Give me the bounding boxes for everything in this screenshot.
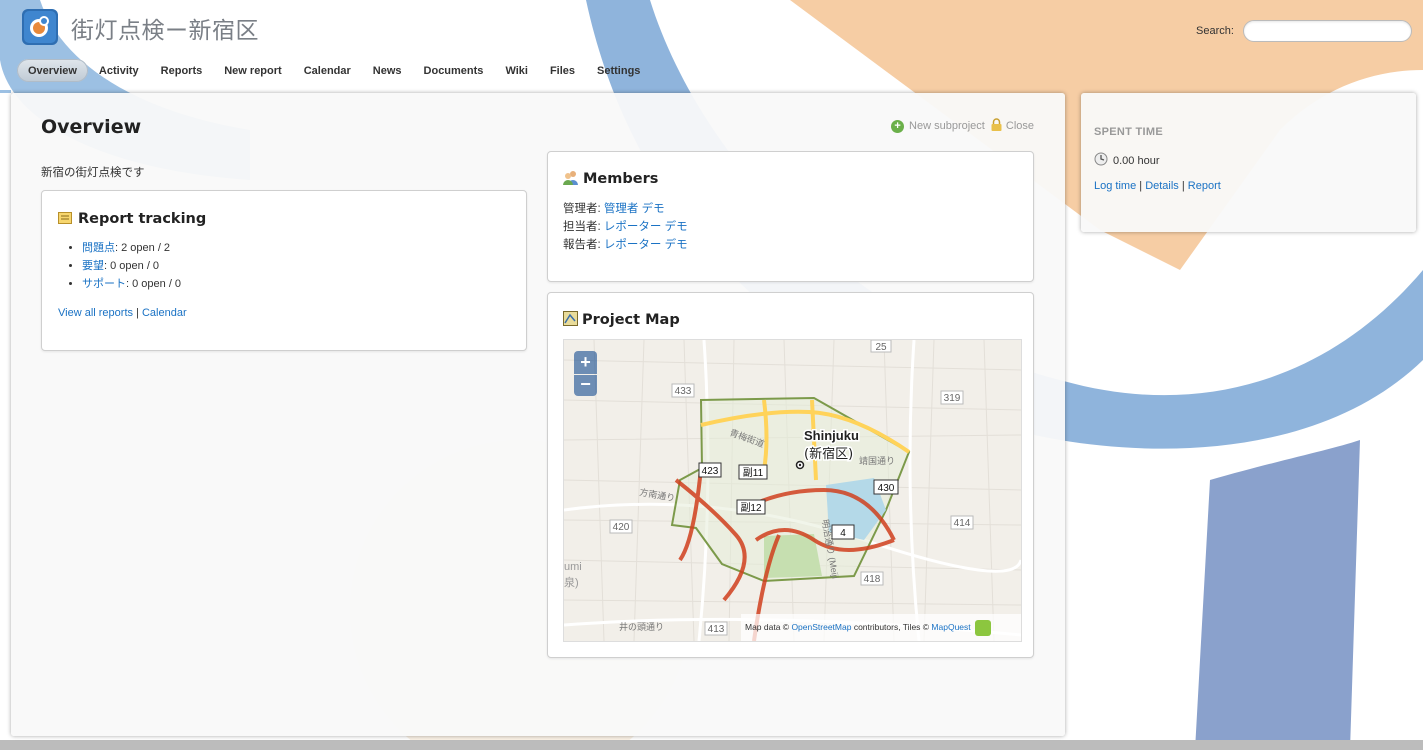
member-link[interactable]: レポーター デモ bbox=[604, 221, 688, 233]
report-tracking-title: Report tracking bbox=[78, 211, 207, 227]
report-type-link[interactable]: 問題点 bbox=[82, 242, 115, 254]
project-map-title: Project Map bbox=[582, 312, 680, 328]
member-row: 報告者: レポーター デモ bbox=[563, 236, 688, 254]
tab-calendar[interactable]: Calendar bbox=[293, 59, 362, 82]
road-label: 414 bbox=[954, 518, 971, 529]
report-type-link[interactable]: サポート bbox=[82, 278, 126, 290]
map-icon bbox=[563, 311, 578, 329]
road-label: umi bbox=[564, 561, 582, 573]
report-counts: : 2 open / 2 bbox=[115, 242, 171, 254]
mapquest-logo-icon bbox=[975, 619, 992, 636]
report-counts: : 0 open / 0 bbox=[126, 278, 182, 290]
calendar-link[interactable]: Calendar bbox=[142, 307, 187, 319]
road-label: 4 bbox=[840, 528, 846, 539]
tab-files[interactable]: Files bbox=[539, 59, 586, 82]
separator: | bbox=[1136, 180, 1146, 192]
road-label: 319 bbox=[944, 393, 961, 404]
member-link[interactable]: 管理者 デモ bbox=[604, 203, 665, 215]
member-row: 管理者: 管理者 デモ bbox=[563, 200, 688, 218]
project-title[interactable]: 街灯点検ー新宿区 bbox=[71, 11, 259, 45]
road-label: 副11 bbox=[743, 467, 764, 479]
report-icon bbox=[58, 211, 72, 227]
member-row: 担当者: レポーター デモ bbox=[563, 218, 688, 236]
road-label: 423 bbox=[702, 466, 719, 477]
member-role: 報告者: bbox=[563, 239, 604, 251]
project-description: 新宿の街灯点検です bbox=[41, 167, 145, 179]
members-box: Members 管理者: 管理者 デモ 担当者: レポーター デモ 報告者: レ… bbox=[547, 151, 1034, 282]
report-tracking-box: Report tracking 問題点: 2 open / 2 要望: 0 op… bbox=[41, 190, 527, 351]
map-attribution: Map data © OpenStreetMap contributors, T… bbox=[741, 614, 1021, 641]
member-role: 管理者: bbox=[563, 203, 604, 215]
spent-time-value: 0.00 hour bbox=[1113, 154, 1160, 167]
road-label: 25 bbox=[875, 342, 887, 353]
tab-news[interactable]: News bbox=[362, 59, 413, 82]
contextual-actions: + New subproject Close bbox=[891, 118, 1034, 134]
search-input[interactable] bbox=[1243, 20, 1412, 42]
report-list: 問題点: 2 open / 2 要望: 0 open / 0 サポート: 0 o… bbox=[42, 239, 181, 293]
osm-link[interactable]: OpenStreetMap bbox=[791, 622, 851, 632]
tab-new-report[interactable]: New report bbox=[213, 59, 292, 82]
attribution-text: contributors, Tiles © bbox=[851, 622, 932, 632]
page-title: Overview bbox=[41, 116, 142, 138]
tab-settings[interactable]: Settings bbox=[586, 59, 651, 82]
list-item: サポート: 0 open / 0 bbox=[82, 275, 181, 293]
place-label-jp: (新宿区) bbox=[804, 446, 853, 462]
member-role: 担当者: bbox=[563, 221, 604, 233]
member-link[interactable]: レポーター デモ bbox=[604, 239, 688, 251]
spent-time-heading: SPENT TIME bbox=[1094, 126, 1164, 138]
members-title: Members bbox=[583, 171, 659, 187]
new-subproject-link[interactable]: New subproject bbox=[909, 120, 985, 132]
members-icon bbox=[563, 170, 579, 188]
details-link[interactable]: Details bbox=[1145, 180, 1179, 192]
project-logo[interactable] bbox=[22, 9, 58, 45]
project-map-box: Project Map 25 433 319 423 副11 430 副12 4… bbox=[547, 292, 1034, 658]
separator: | bbox=[133, 307, 142, 319]
road-label: 418 bbox=[864, 574, 881, 585]
road-label: 靖国通り bbox=[859, 455, 895, 466]
tab-documents[interactable]: Documents bbox=[413, 59, 495, 82]
tab-overview[interactable]: Overview bbox=[17, 58, 88, 82]
add-icon: + bbox=[891, 119, 905, 133]
content-panel: Overview + New subproject Close 新宿の街灯点検で… bbox=[11, 93, 1065, 736]
zoom-out-button[interactable]: − bbox=[574, 375, 597, 396]
mapquest-link[interactable]: MapQuest bbox=[931, 622, 970, 632]
tab-reports[interactable]: Reports bbox=[150, 59, 214, 82]
view-all-reports-link[interactable]: View all reports bbox=[58, 307, 133, 319]
close-link[interactable]: Close bbox=[1006, 120, 1034, 132]
sidebar-panel: SPENT TIME 0.00 hour Log time | Details … bbox=[1081, 93, 1416, 232]
road-label: 泉) bbox=[564, 575, 579, 589]
log-time-link[interactable]: Log time bbox=[1094, 180, 1136, 192]
road-label: 420 bbox=[613, 522, 630, 533]
separator: | bbox=[1178, 180, 1188, 192]
road-label: 433 bbox=[675, 386, 692, 397]
road-label: 副12 bbox=[740, 502, 762, 514]
main-menu: Overview Activity Reports New report Cal… bbox=[17, 57, 651, 83]
list-item: 要望: 0 open / 0 bbox=[82, 257, 181, 275]
list-item: 問題点: 2 open / 2 bbox=[82, 239, 181, 257]
place-label: Shinjuku bbox=[804, 428, 859, 443]
zoom-in-button[interactable]: + bbox=[574, 351, 597, 374]
project-map[interactable]: 25 433 319 423 副11 430 副12 4 420 414 418… bbox=[563, 339, 1022, 642]
report-link[interactable]: Report bbox=[1188, 180, 1221, 192]
road-label: 430 bbox=[878, 483, 895, 494]
road-label: 413 bbox=[708, 624, 725, 635]
attribution-text: Map data © bbox=[745, 622, 792, 632]
lock-icon bbox=[991, 118, 1002, 134]
search-label: Search: bbox=[1196, 25, 1234, 37]
clock-icon bbox=[1094, 152, 1108, 169]
tab-activity[interactable]: Activity bbox=[88, 59, 150, 82]
tab-wiki[interactable]: Wiki bbox=[494, 59, 539, 82]
report-type-link[interactable]: 要望 bbox=[82, 260, 104, 272]
report-counts: : 0 open / 0 bbox=[104, 260, 160, 272]
road-label: 井の頭通り bbox=[619, 621, 664, 632]
